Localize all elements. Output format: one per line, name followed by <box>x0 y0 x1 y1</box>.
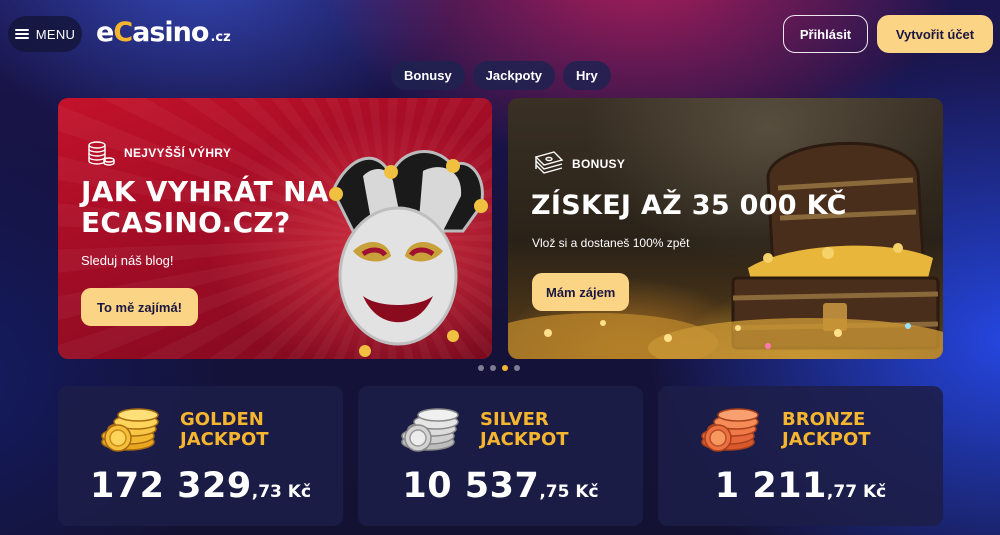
mam-zajem-button[interactable]: Mám zájem <box>532 273 630 311</box>
carousel-dot[interactable] <box>490 365 496 371</box>
jackpot-amount: 1 211,77 Kč <box>658 466 943 506</box>
jackpot-amount: 10 537,75 Kč <box>358 466 643 506</box>
silver-coins-icon <box>401 408 459 452</box>
jackpot-title-line2: JACKPOT <box>180 429 269 450</box>
gold-coins-icon <box>101 408 159 452</box>
silver-jackpot-card[interactable]: SILVER JACKPOT 10 537,75 Kč <box>358 386 643 526</box>
jackpot-amount-decimal: ,75 Kč <box>539 482 599 502</box>
banner-subtitle: Sleduj náš blog! <box>81 253 174 268</box>
to-me-zajima-button[interactable]: To mě zajímá! <box>81 288 199 326</box>
golden-jackpot-card[interactable]: GOLDEN JACKPOT 172 329,73 Kč <box>58 386 343 526</box>
banner-blog[interactable]: NEJVYŠŠÍ VÝHRY JAK VYHRÁT NA ECASINO.CZ?… <box>58 98 492 359</box>
nav-jackpoty[interactable]: Jackpoty <box>472 61 556 90</box>
register-button[interactable]: Vytvořit účet <box>877 15 993 53</box>
carousel-dots <box>478 365 520 371</box>
cash-stack-icon <box>534 151 564 174</box>
banner-tag: BONUSY <box>532 151 625 177</box>
bronze-coins-icon <box>701 408 759 452</box>
jackpot-amount-main: 1 211 <box>714 466 827 506</box>
jackpot-title-line2: JACKPOT <box>480 429 569 450</box>
jackpot-amount-main: 172 329 <box>89 466 252 506</box>
jester-mask-illustration <box>329 150 488 357</box>
login-button[interactable]: Přihlásit <box>783 15 868 53</box>
banner-title: ZÍSKEJ AŽ 35 000 KČ <box>531 190 847 221</box>
banner-tag: NEJVYŠŠÍ VÝHRY <box>86 138 231 168</box>
banner-subtitle: Vlož si a dostaneš 100% zpět <box>532 236 690 250</box>
jackpot-amount-main: 10 537 <box>402 466 540 506</box>
jackpot-title-line1: SILVER <box>480 409 549 430</box>
jackpot-title-line2: JACKPOT <box>782 429 871 450</box>
jackpot-amount: 172 329,73 Kč <box>58 466 343 506</box>
jackpot-title-line1: GOLDEN <box>180 409 264 430</box>
banner-title: JAK VYHRÁT NA ECASINO.CZ? <box>81 176 329 239</box>
coin-stack-icon <box>88 141 115 166</box>
nav-bonusy[interactable]: Bonusy <box>391 61 465 90</box>
banner-title-line1: JAK VYHRÁT NA <box>81 175 329 208</box>
jackpot-title: GOLDEN JACKPOT <box>180 410 269 450</box>
nav-hry[interactable]: Hry <box>563 61 611 90</box>
ecasino-logo[interactable]: eCasino .cz <box>96 17 231 53</box>
jackpot-title: BRONZE JACKPOT <box>782 410 871 450</box>
banner-tag-label: BONUSY <box>572 157 626 171</box>
carousel-dot-active[interactable] <box>502 365 508 371</box>
carousel-dot[interactable] <box>514 365 520 371</box>
carousel-dot[interactable] <box>478 365 484 371</box>
jackpot-amount-decimal: ,73 Kč <box>251 482 312 502</box>
menu-label: MENU <box>35 26 76 42</box>
menu-button[interactable]: MENU <box>8 16 82 52</box>
jackpot-title-line1: BRONZE <box>782 409 866 430</box>
banner-bonus[interactable]: BONUSY ZÍSKEJ AŽ 35 000 KČ Vlož si a dos… <box>508 98 943 359</box>
hamburger-icon <box>14 29 29 39</box>
jackpot-title: SILVER JACKPOT <box>480 410 569 450</box>
bronze-jackpot-card[interactable]: BRONZE JACKPOT 1 211,77 Kč <box>658 386 943 526</box>
banner-tag-label: NEJVYŠŠÍ VÝHRY <box>124 146 232 160</box>
banner-title-line2: ECASINO.CZ? <box>81 206 291 240</box>
jackpot-amount-decimal: ,77 Kč <box>826 482 887 502</box>
category-nav: Bonusy Jackpoty Hry <box>391 61 611 90</box>
